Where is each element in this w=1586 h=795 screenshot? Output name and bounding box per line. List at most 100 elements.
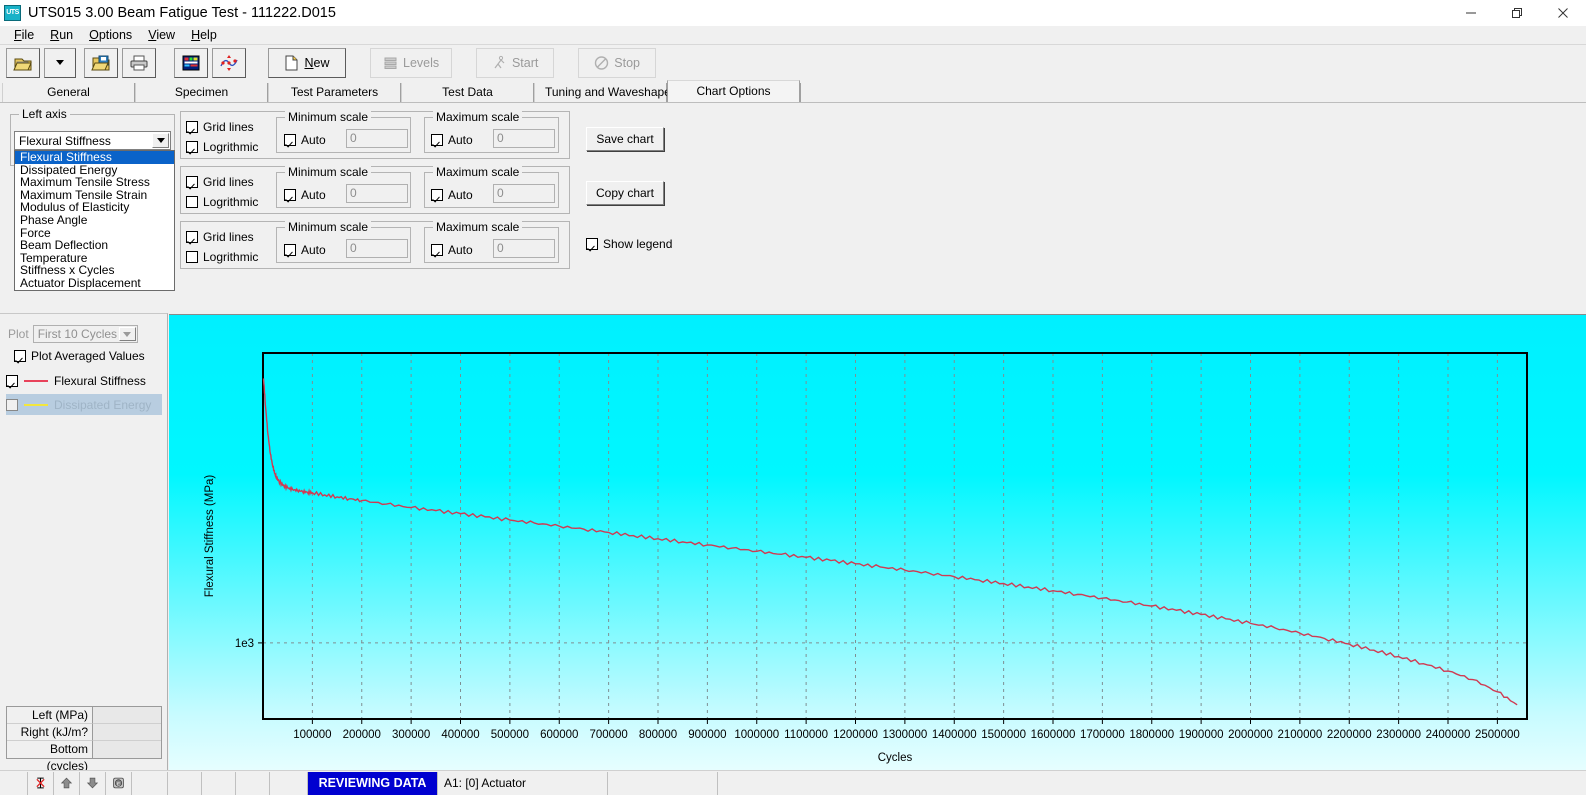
dropdown-option-phase-angle[interactable]: Phase Angle [15, 214, 174, 227]
axis-row-3-min-value[interactable]: 0 [346, 239, 408, 258]
levels-button[interactable]: Levels [370, 48, 452, 78]
checkbox[interactable] [586, 238, 598, 250]
axis-row-1-logarithmic[interactable]: Logrithmic [186, 140, 258, 154]
tab-tuning-and-waveshapes[interactable]: Tuning and Waveshapes [534, 83, 667, 102]
svg-text:2000000: 2000000 [1228, 729, 1273, 741]
dropdown-option-maximum-tensile-stress[interactable]: Maximum Tensile Stress [15, 176, 174, 189]
window-controls [1448, 0, 1586, 26]
axis-readout-grid: Left (MPa) Right (kJ/m? Bottom (cycles) [6, 706, 162, 759]
axis-row-2-grid-lines[interactable]: Grid lines [186, 175, 254, 189]
axis-row-2-max-auto[interactable]: Auto [431, 188, 473, 202]
checkbox[interactable] [186, 251, 198, 263]
svg-text:500000: 500000 [491, 729, 529, 741]
checkbox[interactable] [186, 196, 198, 208]
dropdown-option-beam-deflection[interactable]: Beam Deflection [15, 239, 174, 252]
arrow-up-icon[interactable] [54, 772, 80, 795]
menu-run[interactable]: Run [42, 27, 81, 43]
checkbox[interactable] [186, 141, 198, 153]
axis-row-3-logarithmic[interactable]: Logrithmic [186, 250, 258, 264]
new-button[interactable]: New [268, 48, 346, 78]
save-chart-button[interactable]: Save chart [586, 127, 664, 151]
tab-specimen[interactable]: Specimen [135, 83, 268, 102]
svg-text:400000: 400000 [441, 729, 479, 741]
tab-general[interactable]: General [2, 83, 135, 102]
axis-row-3-grid-lines[interactable]: Grid lines [186, 230, 254, 244]
chevron-down-icon[interactable] [152, 133, 169, 148]
checkbox[interactable] [186, 121, 198, 133]
plot-combo[interactable]: First 10 Cycles [33, 325, 138, 343]
menu-view[interactable]: View [140, 27, 183, 43]
copy-chart-button[interactable]: Copy chart [586, 181, 664, 205]
svg-text:600000: 600000 [540, 729, 578, 741]
print-button[interactable] [122, 48, 156, 78]
series-color-swatch [24, 380, 48, 382]
new-button-label: New [304, 56, 329, 70]
e-stop-icon[interactable]: E [106, 772, 132, 795]
left-axis-combo[interactable]: Flexural Stiffness [14, 131, 171, 150]
axis-row-2-max-value[interactable]: 0 [493, 184, 555, 203]
stop-button[interactable]: Stop [578, 48, 656, 78]
axis-row-1-min-value[interactable]: 0 [346, 129, 408, 148]
stop-button-label: Stop [614, 56, 640, 70]
open-file-button[interactable] [6, 48, 40, 78]
axis-row-3-max-auto[interactable]: Auto [431, 243, 473, 257]
checkbox[interactable] [284, 189, 296, 201]
menu-help[interactable]: Help [183, 27, 225, 43]
label: Auto [448, 188, 473, 202]
checkbox[interactable] [284, 244, 296, 256]
checkbox[interactable] [6, 375, 18, 387]
dropdown-option-actuator-displacement[interactable]: Actuator Displacement [15, 277, 174, 290]
series-color-swatch [24, 404, 48, 406]
axis-row-3-min-auto[interactable]: Auto [284, 243, 326, 257]
axis-row-1-min-auto[interactable]: Auto [284, 133, 326, 147]
waveform-button[interactable] [212, 48, 246, 78]
status-cell-empty-8 [718, 772, 1586, 795]
checkbox[interactable] [284, 134, 296, 146]
chevron-down-icon[interactable] [119, 327, 136, 341]
axis-row-1-grid-lines[interactable]: Grid lines [186, 120, 254, 134]
axis-row-1-max-auto[interactable]: Auto [431, 133, 473, 147]
start-button[interactable]: Start [476, 48, 554, 78]
legend-item-flexural-stiffness[interactable]: Flexural Stiffness [6, 371, 162, 390]
flexural-stiffness-chart[interactable]: 1000002000003000004000005000006000007000… [169, 315, 1586, 771]
plot-combo-value: First 10 Cycles [38, 327, 117, 341]
minimize-icon[interactable] [1448, 0, 1494, 26]
arrow-down-icon[interactable] [80, 772, 106, 795]
svg-text:1500000: 1500000 [981, 729, 1026, 741]
checkbox[interactable] [186, 231, 198, 243]
axis-row-1-max-value[interactable]: 0 [493, 129, 555, 148]
plot-averaged-values-row[interactable]: Plot Averaged Values [14, 349, 145, 363]
dropdown-option-flexural-stiffness[interactable]: Flexural Stiffness [15, 151, 174, 164]
data-table-button[interactable] [174, 48, 208, 78]
restore-icon[interactable] [1494, 0, 1540, 26]
checkbox[interactable] [186, 176, 198, 188]
title: Minimum scale [285, 165, 371, 179]
checkbox[interactable] [431, 134, 443, 146]
axis-row-2-logarithmic[interactable]: Logrithmic [186, 195, 258, 209]
checkbox[interactable] [431, 189, 443, 201]
menu-file[interactable]: File [6, 27, 42, 43]
status-cell-empty-2 [132, 772, 168, 795]
chart-panel[interactable]: 1000002000003000004000005000006000007000… [169, 314, 1586, 770]
uts-app-icon: UTS [4, 5, 21, 21]
open-file-dropdown[interactable] [44, 48, 76, 78]
svg-text:1000000: 1000000 [734, 729, 779, 741]
tab-chart-options[interactable]: Chart Options [667, 80, 800, 102]
save-file-button[interactable] [84, 48, 118, 78]
axis-row-2-min-value[interactable]: 0 [346, 184, 408, 203]
axis-row-3-max-value[interactable]: 0 [493, 239, 555, 258]
axis-row-2-min-auto[interactable]: Auto [284, 188, 326, 202]
checkbox[interactable] [6, 399, 18, 411]
left-axis-dropdown-list[interactable]: Flexural Stiffness Dissipated Energy Max… [14, 150, 175, 291]
show-legend-checkbox-row[interactable]: Show legend [586, 237, 672, 251]
close-icon[interactable] [1540, 0, 1586, 26]
checkbox[interactable] [431, 244, 443, 256]
cancel-test-icon[interactable] [28, 772, 54, 795]
checkbox[interactable] [14, 350, 26, 362]
tab-test-data[interactable]: Test Data [401, 83, 534, 102]
caret-down-icon [56, 60, 64, 65]
menu-options[interactable]: Options [81, 27, 140, 43]
tab-test-parameters[interactable]: Test Parameters [268, 83, 401, 102]
legend-item-dissipated-energy[interactable]: Dissipated Energy [6, 394, 162, 415]
label: Auto [448, 243, 473, 257]
